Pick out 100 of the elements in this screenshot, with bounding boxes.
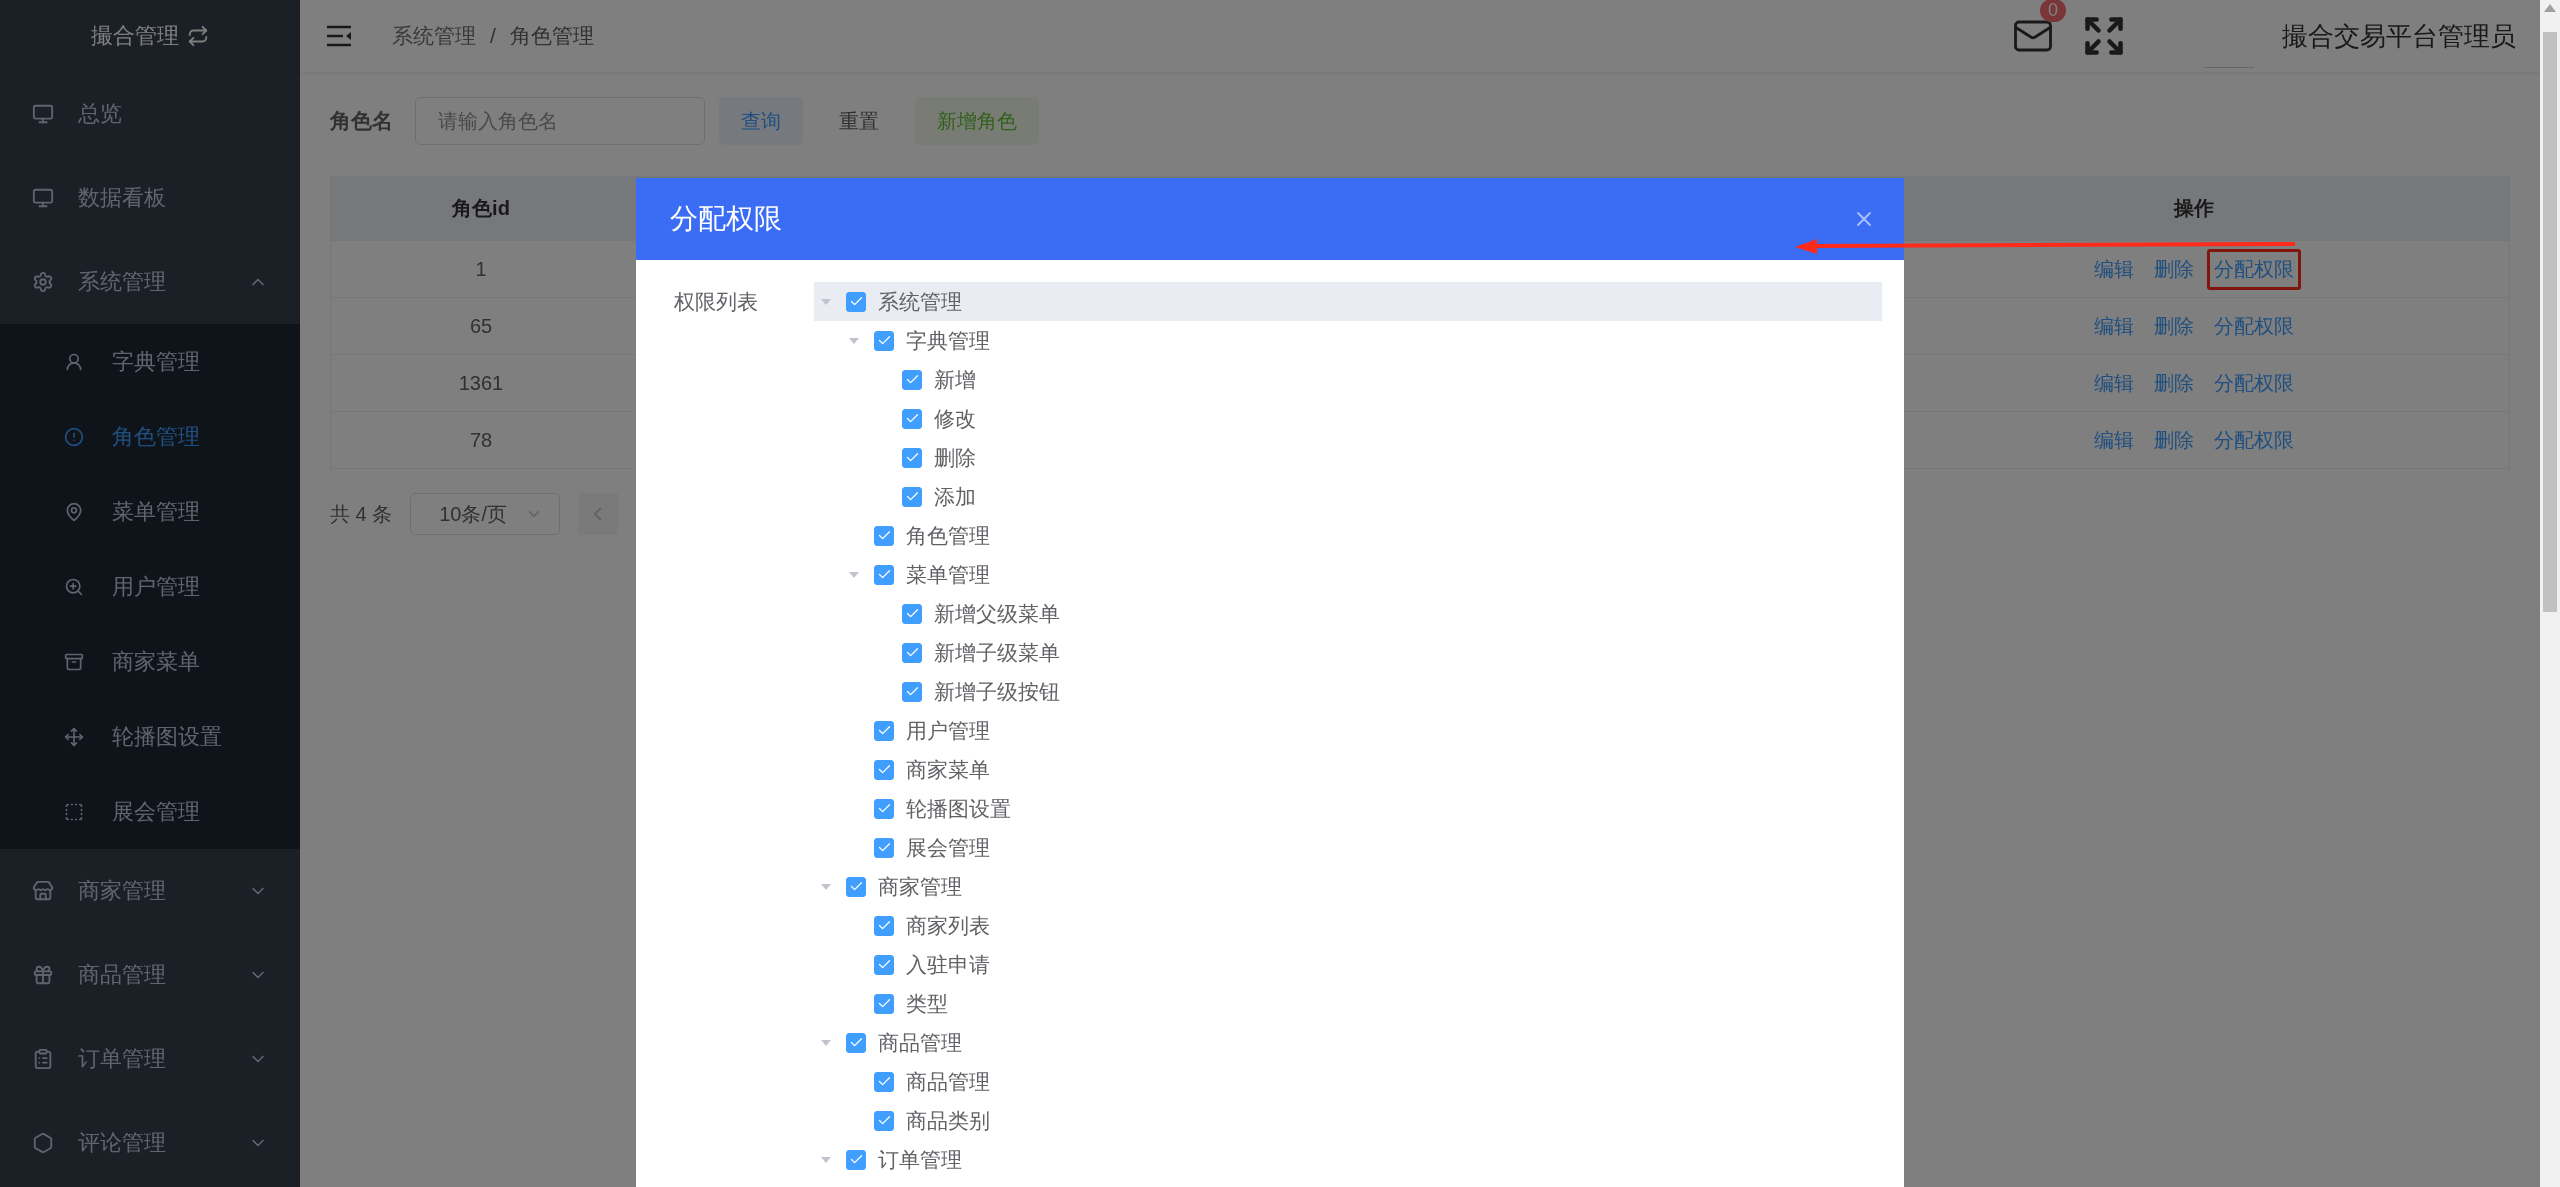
checkbox[interactable] xyxy=(902,369,922,390)
menu-icon xyxy=(64,351,84,372)
action-link[interactable]: 分配权限 xyxy=(2207,362,2301,404)
action-link[interactable]: 删除 xyxy=(2147,305,2201,347)
action-link[interactable]: 删除 xyxy=(2147,248,2201,290)
submenu-item[interactable]: 角色管理 xyxy=(0,399,300,474)
checkbox[interactable] xyxy=(874,759,894,780)
chevron-left-icon xyxy=(594,507,603,521)
checkbox[interactable] xyxy=(874,798,894,819)
tree-label: 新增 xyxy=(934,366,976,393)
tree-row[interactable]: 系统管理 xyxy=(814,282,1882,321)
swap-icon[interactable] xyxy=(187,25,209,47)
checkbox[interactable] xyxy=(874,954,894,975)
sidebar-item[interactable]: 总览 xyxy=(0,72,300,156)
checkbox[interactable] xyxy=(874,1071,894,1092)
tree-label: 删除 xyxy=(934,444,976,471)
menu-icon xyxy=(32,1048,54,1070)
tree-label: 入驻申请 xyxy=(906,951,990,978)
table-cell: 65 xyxy=(331,297,631,354)
checkbox[interactable] xyxy=(874,915,894,936)
action-link[interactable]: 编辑 xyxy=(2087,248,2141,290)
sidebar-item[interactable]: 订单管理 xyxy=(0,1017,300,1101)
tree-label: 角色管理 xyxy=(906,522,990,549)
total-count: 共 4 条 xyxy=(330,501,393,527)
submenu-item[interactable]: 菜单管理 xyxy=(0,474,300,549)
checkbox[interactable] xyxy=(874,525,894,546)
checkbox[interactable] xyxy=(874,837,894,858)
checkbox[interactable] xyxy=(874,720,894,741)
breadcrumb-separator: / xyxy=(490,24,496,48)
sidebar-item[interactable]: 商家管理 xyxy=(0,849,300,933)
tree-label: 轮播图设置 xyxy=(906,795,1011,822)
action-link[interactable]: 编辑 xyxy=(2087,419,2141,461)
tree-label: 展会管理 xyxy=(906,834,990,861)
checkbox[interactable] xyxy=(846,291,866,312)
tree-label: 系统管理 xyxy=(878,288,962,315)
fullscreen-icon[interactable] xyxy=(2082,14,2126,58)
action-link[interactable]: 分配权限 xyxy=(2207,305,2301,347)
action-link[interactable]: 分配权限 xyxy=(2207,248,2301,290)
sidebar-item[interactable]: 商品管理 xyxy=(0,933,300,1017)
action-link[interactable]: 编辑 xyxy=(2087,362,2141,404)
action-link[interactable]: 删除 xyxy=(2147,419,2201,461)
sidebar-item[interactable]: 评论管理 xyxy=(0,1101,300,1185)
tree-label: 类型 xyxy=(906,990,948,1017)
checkbox[interactable] xyxy=(874,564,894,585)
action-link[interactable]: 删除 xyxy=(2147,362,2201,404)
checkbox[interactable] xyxy=(902,447,922,468)
tree-label: 商品类别 xyxy=(906,1107,990,1134)
menu-icon xyxy=(64,726,84,747)
action-button[interactable]: 查询 xyxy=(719,97,803,145)
menu-icon xyxy=(32,271,54,293)
action-link[interactable]: 分配权限 xyxy=(2207,419,2301,461)
submenu-item[interactable]: 商家菜单 xyxy=(0,624,300,699)
user-name[interactable]: 撮合交易平台管理员 xyxy=(2282,18,2516,54)
page-size-select[interactable]: 10条/页 xyxy=(410,493,561,535)
checkbox[interactable] xyxy=(902,603,922,624)
checkbox[interactable] xyxy=(902,681,922,702)
menu-icon xyxy=(64,801,84,822)
submenu-item[interactable]: 字典管理 xyxy=(0,324,300,399)
sidebar-item[interactable]: 系统管理 xyxy=(0,240,300,324)
submenu-item[interactable]: 轮播图设置 xyxy=(0,699,300,774)
checkbox[interactable] xyxy=(902,486,922,507)
checkbox[interactable] xyxy=(874,1110,894,1131)
tree-label: 订单管理 xyxy=(878,1146,962,1173)
menu-icon xyxy=(32,964,54,986)
menu-icon xyxy=(32,880,54,902)
tree-label: 商家管理 xyxy=(878,873,962,900)
sidebar-title: 撮合管理 xyxy=(91,22,179,50)
checkbox[interactable] xyxy=(874,993,894,1014)
column-header: 操作 xyxy=(1879,177,2509,240)
action-link[interactable]: 编辑 xyxy=(2087,305,2141,347)
checkbox[interactable] xyxy=(846,1032,866,1053)
scroll-up-icon[interactable] xyxy=(2544,4,2556,12)
tree-label: 修改 xyxy=(934,405,976,432)
submenu-item[interactable]: 展会管理 xyxy=(0,774,300,849)
tree-label: 字典管理 xyxy=(906,327,990,354)
tree-label: 商家菜单 xyxy=(906,756,990,783)
checkbox[interactable] xyxy=(846,1149,866,1170)
tree-label: 新增子级菜单 xyxy=(934,639,1060,666)
tree-label: 商品管理 xyxy=(906,1068,990,1095)
checkbox[interactable] xyxy=(846,876,866,897)
menu-icon xyxy=(32,103,54,125)
sidebar-item[interactable]: 数据看板 xyxy=(0,156,300,240)
scrollbar[interactable] xyxy=(2540,0,2560,1187)
menu-icon xyxy=(32,187,54,209)
tree-label: 菜单管理 xyxy=(906,561,990,588)
submenu-item[interactable]: 用户管理 xyxy=(0,549,300,624)
breadcrumb-item[interactable]: 角色管理 xyxy=(509,22,594,50)
breadcrumb-item[interactable]: 系统管理 xyxy=(392,22,476,50)
checkbox[interactable] xyxy=(874,330,894,351)
field-label: 权限列表 xyxy=(674,289,759,315)
action-button[interactable]: 新增角色 xyxy=(915,97,1039,145)
checkbox[interactable] xyxy=(902,642,922,663)
menu-toggle-icon[interactable] xyxy=(326,25,352,47)
tree-label: 添加 xyxy=(934,483,976,510)
notification-badge: 0 xyxy=(2040,0,2066,22)
tree-label: 商品管理 xyxy=(878,1029,962,1056)
menu-icon xyxy=(64,576,84,597)
tree-label: 新增子级按钮 xyxy=(934,678,1060,705)
table-cell: 1 xyxy=(331,240,631,297)
checkbox[interactable] xyxy=(902,408,922,429)
